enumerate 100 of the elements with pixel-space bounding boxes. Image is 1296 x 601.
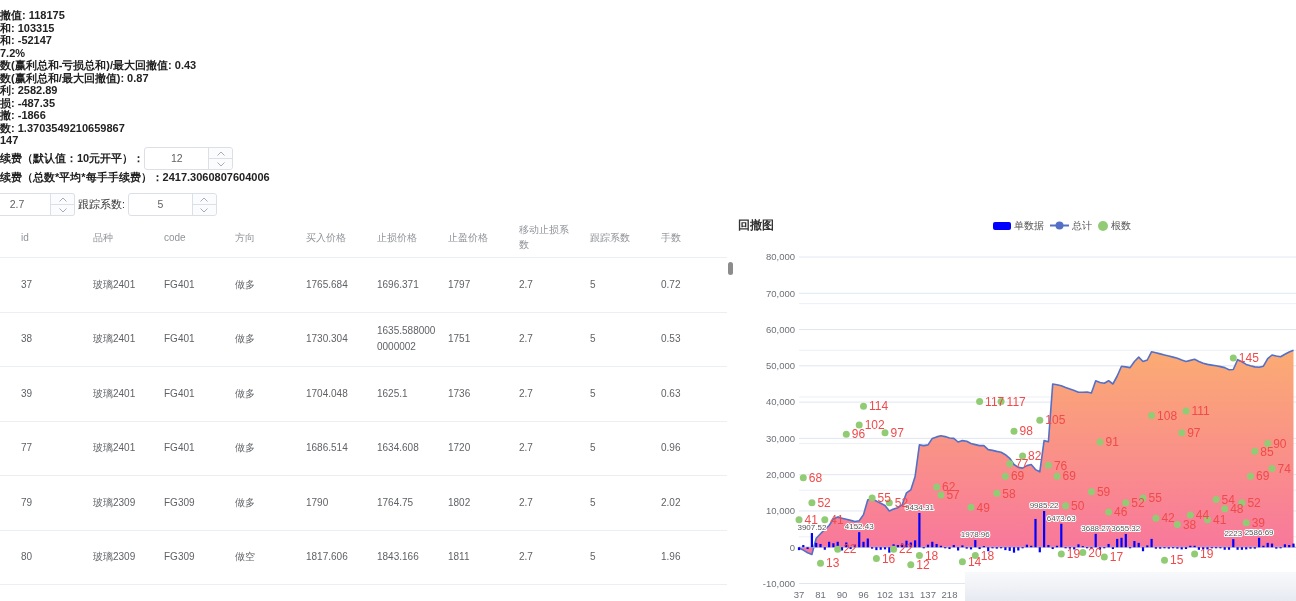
data-label: 17: [1109, 550, 1124, 565]
table-cell-text: 2.7: [519, 441, 534, 456]
table-cell-text: 1817.606: [306, 550, 349, 565]
table-cell-text: 1730.304: [306, 332, 349, 347]
data-label: 59: [1096, 484, 1111, 499]
table-cell-text: 1634.608: [377, 441, 420, 456]
table-cell-text: 0.72: [661, 277, 682, 292]
chevron-up-icon: [200, 196, 209, 202]
bar: [1047, 545, 1050, 548]
number-input[interactable]: 2.7: [0, 193, 75, 216]
value-label: 4152.43: [844, 522, 874, 532]
table-cell-text: 1635.5880000000002: [377, 324, 437, 355]
bar: [1124, 533, 1127, 548]
table-cell-text: 做多: [235, 277, 256, 292]
table-cell-text: 5: [590, 441, 597, 456]
table-cell-text: 1797: [448, 277, 472, 292]
param-label: 跟踪系数:: [78, 197, 125, 212]
bar: [1206, 547, 1209, 550]
bar: [819, 543, 822, 548]
data-label: 52: [1247, 495, 1261, 510]
value-label: 3907.52: [797, 523, 827, 533]
bar: [1240, 547, 1243, 550]
stat-line: 和: -52147: [0, 34, 52, 47]
decrease-button[interactable]: [192, 204, 216, 215]
legend-item[interactable]: 单数据: [993, 218, 1044, 233]
data-label: 117: [985, 394, 1005, 409]
bar: [1197, 547, 1200, 550]
number-input[interactable]: 12: [144, 147, 234, 170]
bar: [914, 540, 917, 548]
bar: [1008, 547, 1011, 551]
table-cell-text: 0.63: [661, 386, 682, 401]
data-label: 19: [1066, 547, 1081, 562]
bar: [918, 513, 921, 548]
axis-label: 70,000: [765, 287, 795, 299]
column-header: code: [164, 230, 187, 245]
data-label: 14: [967, 554, 982, 569]
stat-line: 利: 2582.89: [0, 84, 58, 97]
data-label: 111: [1191, 404, 1210, 419]
table-cell-text: 5: [590, 495, 597, 510]
increase-button[interactable]: [51, 194, 74, 204]
bar: [1236, 547, 1239, 550]
stat-line: 147: [0, 134, 19, 147]
number-input[interactable]: 5: [127, 193, 217, 216]
table-cell-text: 玻璃2401: [93, 277, 137, 292]
increase-button[interactable]: [192, 194, 216, 204]
axis-label: 102: [877, 589, 893, 600]
table-cell-text: FG401: [164, 441, 196, 456]
axis-label: 20,000: [765, 468, 795, 480]
data-label: 15: [1170, 553, 1184, 568]
fee-total: 续费（总数*平均*每手手续费）：2417.3060807604006: [0, 170, 270, 183]
chevron-down-icon: [216, 161, 225, 167]
stat-line: 撤: -1866: [0, 109, 46, 122]
decrease-button[interactable]: [51, 204, 74, 215]
increase-button[interactable]: [209, 148, 233, 158]
axis-label: -10,000: [762, 577, 795, 589]
table-cell-text: 做多: [235, 332, 256, 347]
column-header: 移动止损系数: [519, 223, 570, 252]
fee-label: 续费（默认值：10元开平）：: [0, 152, 145, 165]
table-cell-text: 5: [590, 386, 597, 401]
legend-item[interactable]: 总计: [1050, 218, 1092, 233]
data-label: 52: [817, 495, 831, 510]
table-cell-text: 2.7: [519, 495, 534, 510]
chart-title: 回撤图: [737, 217, 774, 234]
table-cell-text: FG401: [164, 386, 196, 401]
value-label: 2223: [1224, 529, 1243, 539]
table-cell-text: 1811: [448, 550, 471, 565]
table-cell-text: 77: [21, 441, 34, 456]
data-label: 69: [1010, 469, 1025, 484]
data-label: 52: [1131, 495, 1145, 510]
table-cell-text: 做多: [235, 386, 256, 401]
bar: [879, 547, 882, 550]
table-cell-text: 1696.371: [377, 277, 420, 292]
data-label: 85: [1260, 444, 1274, 459]
value-label: 9985.22: [1029, 501, 1059, 510]
axis-label: 37: [793, 589, 805, 600]
stat-line: 撤值: 118175: [0, 9, 65, 22]
decrease-button[interactable]: [209, 158, 233, 169]
data-label: 16: [881, 551, 896, 566]
column-header: 手数: [661, 230, 682, 245]
data-label: 22: [899, 542, 913, 557]
table-cell-text: 1686.514: [306, 441, 349, 456]
table-cell-text: 0.96: [661, 441, 682, 456]
bar: [823, 547, 826, 550]
table-cell-text: 玻璃2309: [93, 550, 137, 565]
table-cell-text: 1.96: [661, 550, 682, 565]
legend-item[interactable]: 根数: [1098, 218, 1131, 233]
data-label: 58: [1002, 486, 1016, 501]
legend-label: 根数: [1111, 218, 1131, 233]
table-cell-text: 1625.1: [377, 386, 409, 401]
chevron-down-icon: [200, 207, 209, 213]
bar: [875, 547, 878, 551]
table-cell-text: 1720: [448, 441, 472, 456]
data-label: 69: [1062, 469, 1076, 484]
axis-label: 10,000: [765, 505, 795, 517]
data-label: 108: [1157, 408, 1178, 423]
data-label: 68: [808, 471, 823, 485]
table-cell-text: 做多: [235, 441, 256, 456]
bar: [1094, 533, 1097, 548]
bar: [1038, 547, 1041, 553]
scrollbar-thumb[interactable]: [728, 262, 733, 275]
